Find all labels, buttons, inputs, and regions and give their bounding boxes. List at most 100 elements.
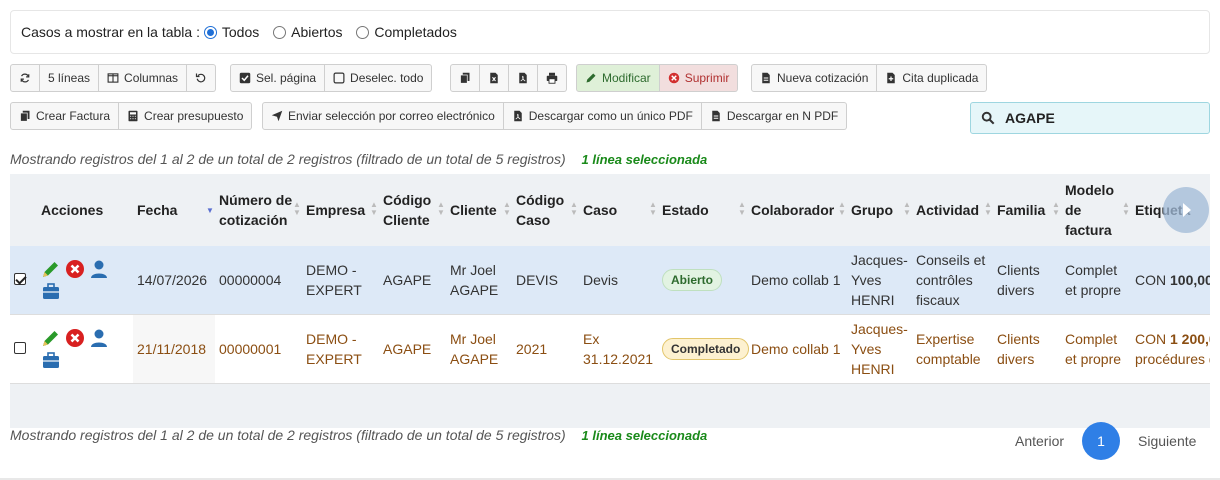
sort-icon: ▲ ▼: [903, 200, 911, 217]
modify-label: Modificar: [602, 71, 651, 85]
checked-box-icon: [239, 72, 251, 84]
estado-cell: Abierto: [658, 246, 747, 315]
sort-icon: ▲ ▼: [738, 200, 746, 217]
create-group: Crear Factura Crear presupuesto: [10, 102, 253, 130]
table-row[interactable]: 21/11/2018 00000001 DEMO - EXPERT AGAPE …: [10, 314, 1210, 384]
header-fecha[interactable]: Fecha ▼: [133, 174, 215, 246]
sort-icon: ▲ ▼: [293, 200, 301, 217]
header-numero[interactable]: Número de cotización ▲ ▼: [215, 174, 302, 246]
radio-completados[interactable]: [356, 26, 370, 39]
select-page-button[interactable]: Sel. página: [230, 64, 326, 92]
file-icon: [762, 72, 770, 84]
pdf-file-icon: [519, 72, 527, 84]
cliente-cell: Mr Joel AGAPE: [446, 314, 512, 384]
familia-cell: Clients divers: [993, 314, 1061, 384]
excel-button[interactable]: [480, 64, 509, 92]
delete-circle-icon: [668, 72, 679, 84]
prev-page-button[interactable]: Anterior: [1015, 433, 1064, 449]
radio-todos-label[interactable]: Todos: [222, 24, 259, 40]
printer-icon: [546, 72, 558, 84]
delete-icon[interactable]: [65, 328, 85, 348]
header-estado[interactable]: Estado ▲ ▼: [658, 174, 747, 246]
duplicate-quote-label: Cita duplicada: [902, 71, 979, 85]
empty-box-icon: [333, 72, 345, 84]
user-icon[interactable]: [89, 259, 109, 279]
columns-button[interactable]: Columnas: [99, 64, 188, 92]
row-select-cell: [10, 246, 37, 315]
create-invoice-label: Crear Factura: [36, 109, 111, 123]
actividad-cell: Conseils et contrôles fiscaux: [912, 246, 993, 315]
send-email-button[interactable]: Enviar selección por correo electrónico: [262, 102, 504, 130]
edit-pencil-icon[interactable]: [41, 328, 61, 348]
search-input[interactable]: [1003, 109, 1193, 127]
briefcase-icon[interactable]: [41, 350, 61, 370]
pdf-button[interactable]: [509, 64, 538, 92]
header-actividad[interactable]: Actividad ▲ ▼: [912, 174, 993, 246]
reset-button[interactable]: [187, 64, 217, 92]
user-icon[interactable]: [89, 328, 109, 348]
header-codigo-cliente[interactable]: Código Cliente ▲ ▼: [379, 174, 446, 246]
header-modelo[interactable]: Modelo de factura ▲ ▼: [1061, 174, 1131, 246]
edit-pencil-icon[interactable]: [41, 259, 61, 279]
codigo-cliente-cell: AGAPE: [379, 246, 446, 315]
pdf-file-icon: [514, 110, 522, 122]
colaborador-cell: Demo collab 1: [747, 314, 847, 384]
sort-icon: ▲ ▼: [437, 200, 445, 217]
excel-file-icon: [490, 72, 498, 84]
header-select: [10, 174, 37, 246]
caso-cell: Devis: [579, 246, 658, 315]
cliente-cell: Mr Joel AGAPE: [446, 246, 512, 315]
chevron-right-icon: [1183, 203, 1191, 217]
header-codigo-caso[interactable]: Código Caso ▲ ▼: [512, 174, 579, 246]
page-1-button[interactable]: 1: [1082, 422, 1121, 460]
delete-icon[interactable]: [65, 259, 85, 279]
modify-button[interactable]: Modificar: [576, 64, 660, 92]
scroll-right-button[interactable]: [1163, 187, 1209, 233]
estado-cell: Completado: [658, 314, 750, 384]
row-checkbox[interactable]: [14, 342, 26, 354]
header-cliente[interactable]: Cliente ▲ ▼: [446, 174, 512, 246]
table-row[interactable]: 14/07/2026 00000004 DEMO - EXPERT AGAPE …: [10, 246, 1210, 315]
radio-abiertos[interactable]: [273, 26, 287, 39]
edit-group: Modificar Suprimir: [576, 64, 739, 92]
header-caso[interactable]: Caso ▲ ▼: [579, 174, 658, 246]
pencil-icon: [586, 73, 596, 83]
briefcase-icon[interactable]: [41, 281, 61, 301]
create-budget-button[interactable]: Crear presupuesto: [119, 102, 253, 130]
new-quote-button[interactable]: Nueva cotización: [751, 64, 878, 92]
search-icon: [981, 111, 995, 125]
table-controls-group: 5 líneas Columnas: [10, 64, 217, 92]
delete-button[interactable]: Suprimir: [659, 64, 739, 92]
radio-completados-label[interactable]: Completados: [374, 24, 457, 40]
radio-todos[interactable]: [203, 26, 217, 39]
download-single-pdf-button[interactable]: Descargar como un único PDF: [503, 102, 702, 130]
next-page-button[interactable]: Siguiente: [1138, 433, 1196, 449]
print-button[interactable]: [538, 64, 567, 92]
header-familia[interactable]: Familia ▲ ▼: [993, 174, 1061, 246]
header-grupo[interactable]: Grupo ▲ ▼: [847, 174, 912, 246]
create-invoice-button[interactable]: Crear Factura: [10, 102, 120, 130]
deselect-all-label: Deselec. todo: [350, 71, 424, 85]
sort-icon: ▲ ▼: [570, 200, 578, 217]
case-filter: Casos a mostrar en la tabla : Todos Abie…: [10, 10, 1210, 54]
lines-per-page-button[interactable]: 5 líneas: [40, 64, 100, 92]
sort-icon: ▲ ▼: [838, 200, 846, 217]
copy-button[interactable]: [450, 64, 480, 92]
duplicate-quote-button[interactable]: Cita duplicada: [877, 64, 988, 92]
colaborador-cell: Demo collab 1: [747, 246, 847, 315]
row-checkbox[interactable]: [14, 273, 26, 285]
radio-abiertos-label[interactable]: Abiertos: [291, 24, 342, 40]
delete-label: Suprimir: [684, 71, 730, 85]
table-footer-space: [10, 383, 1210, 428]
undo-icon: [195, 73, 206, 83]
header-colaborador[interactable]: Colaborador ▲ ▼: [747, 174, 847, 246]
refresh-button[interactable]: [10, 64, 40, 92]
codigo-caso-cell: DEVIS: [512, 246, 579, 315]
records-info-top: Mostrando registros del 1 al 2 de un tot…: [10, 151, 707, 167]
sort-icon: ▲ ▼: [1122, 200, 1130, 217]
send-group: Enviar selección por correo electrónico …: [262, 102, 848, 130]
header-empresa[interactable]: Empresa ▲ ▼: [302, 174, 379, 246]
download-n-pdf-button[interactable]: Descargar en N PDF: [701, 102, 848, 130]
send-email-label: Enviar selección por correo electrónico: [288, 109, 495, 123]
deselect-all-button[interactable]: Deselec. todo: [325, 64, 433, 92]
